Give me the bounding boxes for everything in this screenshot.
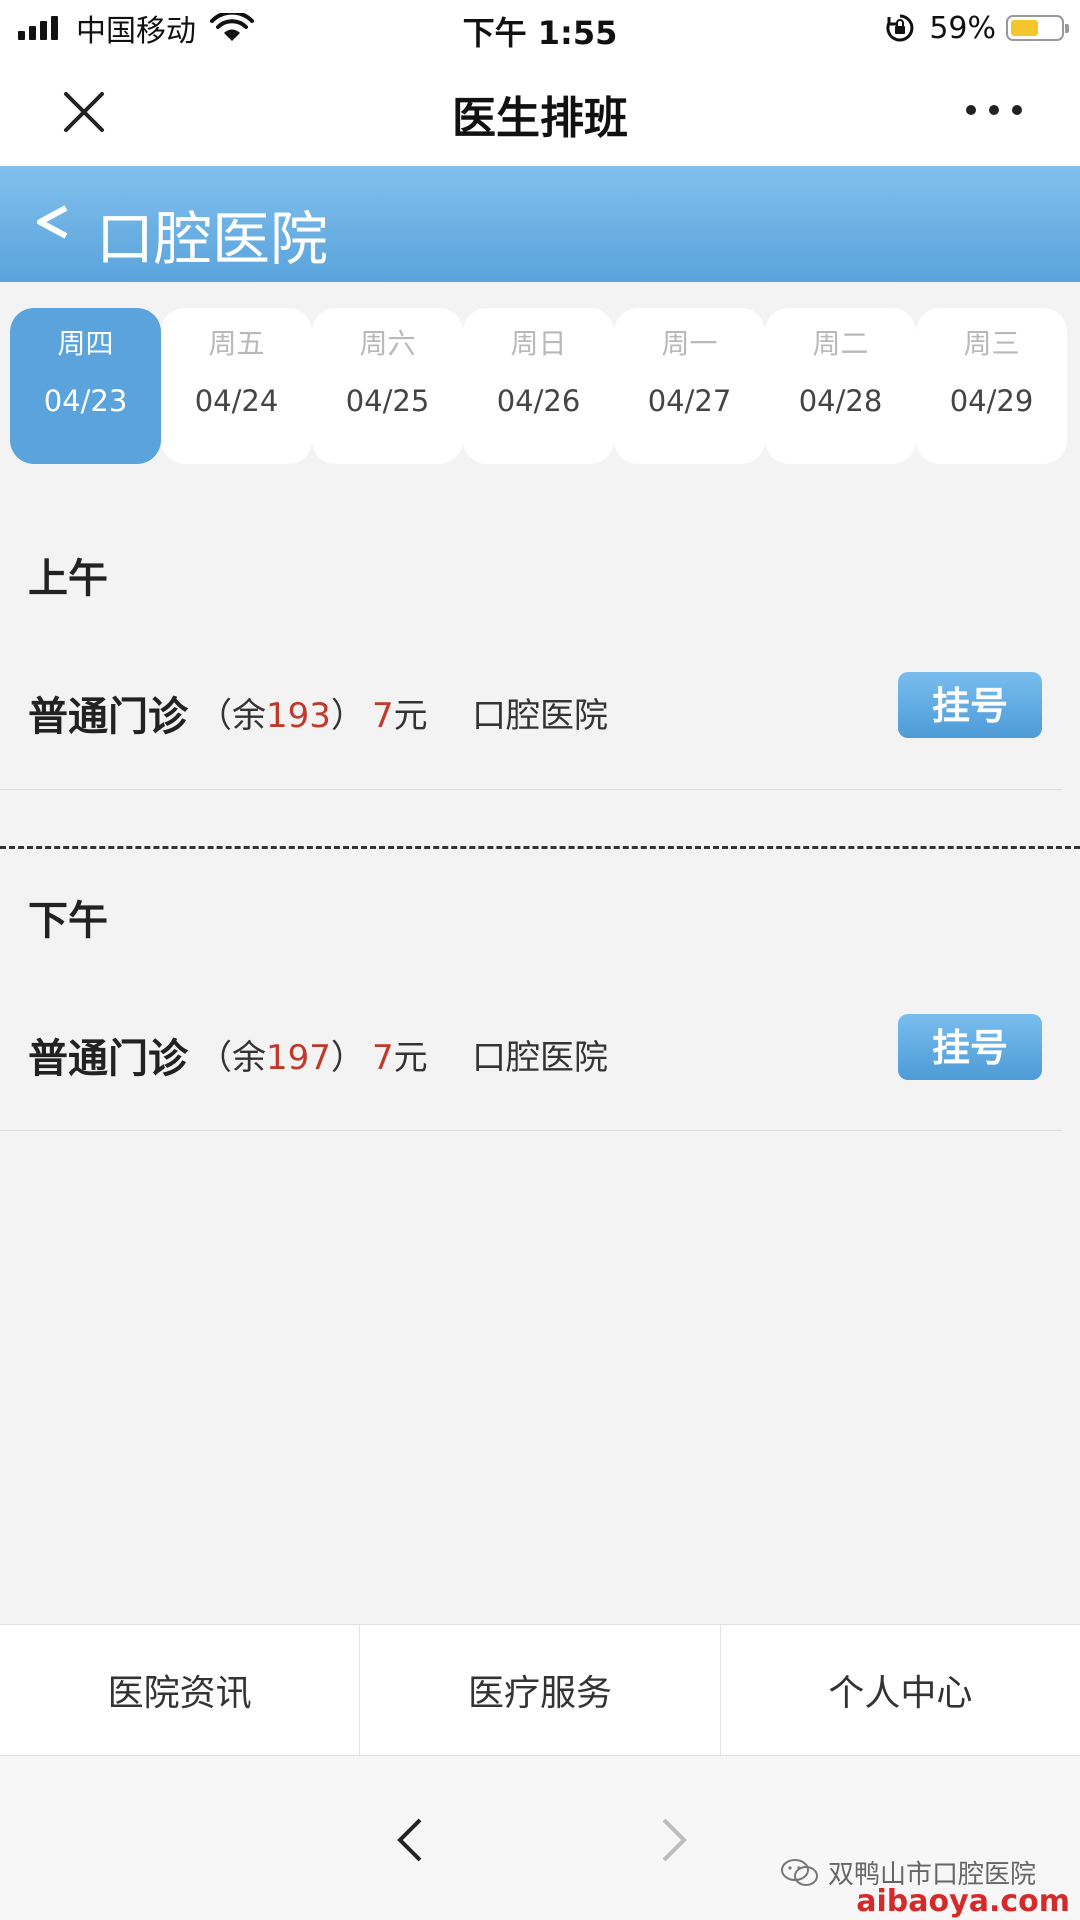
hospital-header: 口腔医院	[0, 166, 1080, 282]
afternoon-slot: 普通门诊 （余197） 7元 口腔医院 挂号	[0, 1014, 1062, 1094]
hospital-name: 口腔医院	[96, 205, 329, 273]
price-value: 7	[372, 696, 394, 736]
slot-remaining: （余193）	[198, 688, 365, 737]
date-tab-date: 04/23	[43, 384, 128, 418]
wechat-icon	[781, 1858, 818, 1886]
date-tabs: 周四 04/23 周五 04/24 周六 04/25 周日 04/26 周一 04/27 …	[10, 308, 1070, 464]
nav-bar: 医生排班	[0, 56, 1080, 166]
date-tab[interactable]: 周一 04/27	[614, 308, 765, 464]
morning-title: 上午	[28, 556, 108, 602]
remain-suffix: ）	[330, 1038, 365, 1078]
date-tab[interactable]: 周三 04/29	[916, 308, 1067, 464]
dashed-divider	[0, 846, 1080, 849]
date-tab[interactable]: 周日 04/26	[463, 308, 614, 464]
remain-prefix: （余	[198, 696, 266, 736]
date-tab-date: 04/27	[647, 384, 732, 418]
date-tab[interactable]: 周二 04/28	[765, 308, 916, 464]
rotation-lock-icon	[886, 14, 914, 42]
slot-hospital: 口腔医院	[472, 696, 608, 736]
remain-count: 197	[266, 1038, 331, 1078]
date-tab-dow: 周三	[963, 327, 1020, 360]
back-icon[interactable]	[32, 200, 72, 244]
afternoon-title: 下午	[28, 898, 108, 944]
slot-type: 普通门诊	[28, 694, 188, 740]
date-tab-dow: 周五	[208, 327, 265, 360]
status-bar: 中国移动 下午 1:55 59%	[0, 0, 1080, 56]
divider	[0, 1130, 1062, 1131]
slot-type: 普通门诊	[28, 1036, 188, 1082]
menu-personal-center[interactable]: 个人中心	[721, 1625, 1080, 1755]
price-unit: 元	[393, 1038, 428, 1078]
morning-slot: 普通门诊 （余193） 7元 口腔医院 挂号	[0, 672, 1062, 752]
remain-suffix: ）	[330, 696, 365, 736]
menu-medical-services[interactable]: 医疗服务	[360, 1625, 721, 1755]
battery-fill	[1011, 20, 1039, 36]
register-button[interactable]: 挂号	[898, 1014, 1042, 1080]
battery-percent: 59%	[929, 10, 996, 46]
register-button[interactable]: 挂号	[898, 672, 1042, 738]
more-icon[interactable]	[966, 102, 1022, 118]
date-tab-dow: 周二	[812, 327, 869, 360]
browser-nav: 双鸭山市口腔医院 aibaoya.com	[0, 1756, 1080, 1920]
price-unit: 元	[393, 696, 428, 736]
bottom-menu: 医院资讯 医疗服务 个人中心	[0, 1624, 1080, 1756]
chevron-left-icon[interactable]	[392, 1814, 428, 1866]
menu-hospital-news[interactable]: 医院资讯	[0, 1625, 361, 1755]
date-tab-date: 04/26	[496, 384, 581, 418]
date-tab[interactable]: 周五 04/24	[161, 308, 312, 464]
status-right: 59%	[885, 10, 1069, 46]
slot-price: 7元	[372, 688, 428, 737]
date-tab[interactable]: 周四 04/23	[10, 308, 161, 464]
date-tab-dow: 周一	[661, 327, 718, 360]
remain-count: 193	[266, 696, 331, 736]
slot-price: 7元	[372, 1030, 428, 1079]
date-tab-date: 04/25	[345, 384, 430, 418]
page-title: 医生排班	[452, 93, 628, 144]
date-tab-dow: 周四	[57, 327, 114, 360]
date-tab-dow: 周日	[510, 327, 567, 360]
date-tab[interactable]: 周六 04/25	[312, 308, 463, 464]
remain-prefix: （余	[198, 1038, 266, 1078]
watermark-site: aibaoya.com	[856, 1884, 1070, 1919]
battery-icon	[1006, 15, 1069, 41]
date-tab-date: 04/28	[798, 384, 883, 418]
slot-remaining: （余197）	[198, 1030, 365, 1079]
price-value: 7	[372, 1038, 394, 1078]
divider	[0, 789, 1062, 790]
slot-hospital: 口腔医院	[472, 1038, 608, 1078]
date-tab-dow: 周六	[359, 327, 416, 360]
date-tab-date: 04/24	[194, 384, 279, 418]
chevron-right-icon[interactable]	[656, 1814, 692, 1866]
date-tab-date: 04/29	[949, 384, 1034, 418]
